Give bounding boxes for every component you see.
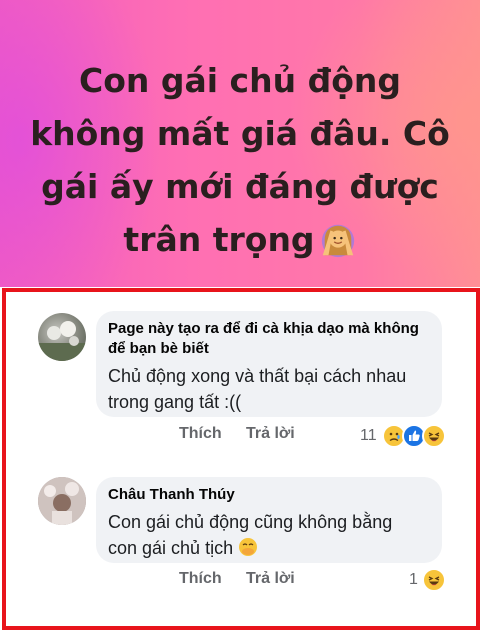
comment-author[interactable]: Châu Thanh Thúy — [108, 485, 430, 505]
haha-reaction-icon[interactable] — [422, 568, 446, 592]
comment-text: Chủ động xong và thất bại cách nhau tron… — [108, 366, 407, 412]
reply-button[interactable]: Trả lời — [246, 425, 295, 443]
reaction-count[interactable]: 1 — [409, 571, 418, 589]
avatar[interactable] — [38, 477, 86, 525]
avatar[interactable] — [38, 313, 86, 361]
comment-text: Con gái chủ động cũng không bằng con gái… — [108, 509, 408, 561]
comment-author[interactable]: Page này tạo ra để đi cà khịa dạo mà khô… — [108, 319, 430, 359]
reply-button[interactable]: Trả lời — [246, 570, 295, 588]
haha-reaction-icon[interactable] — [422, 424, 446, 448]
comment-bubble: Page này tạo ra để đi cà khịa dạo mà khô… — [96, 311, 442, 417]
post-background-banner: Con gái chủ động không mất giá đâu. Cô g… — [0, 0, 480, 287]
post-text: Con gái chủ động không mất giá đâu. Cô g… — [30, 54, 450, 266]
post-text-content: Con gái chủ động không mất giá đâu. Cô g… — [30, 61, 450, 259]
reaction-count[interactable]: 11 — [360, 427, 377, 445]
smiling-face-with-hand-over-mouth-icon — [239, 538, 258, 556]
like-button[interactable]: Thích — [179, 425, 222, 443]
like-button[interactable]: Thích — [179, 570, 222, 588]
comment-bubble: Châu Thanh Thúy Con gái chủ động cũng kh… — [96, 477, 442, 563]
avatar-image — [38, 477, 86, 525]
avatar-image — [38, 321, 86, 361]
person-gesturing-ok-icon — [321, 224, 354, 258]
